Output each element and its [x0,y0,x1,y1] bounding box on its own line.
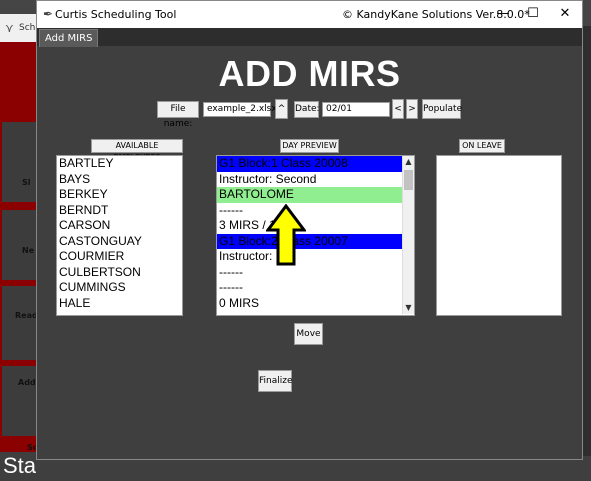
tab-add-mirs[interactable]: Add MIRS [39,29,99,47]
day-preview-list[interactable]: G1 Block:1 Class 20008 Instructor: Secon… [216,155,415,316]
close-button[interactable]: ✕ [551,4,579,24]
list-item[interactable]: CULBERTSON [57,265,182,281]
file-name-input[interactable]: example_2.xlsx [203,102,277,117]
day-preview-label: DAY PREVIEW [280,139,339,153]
date-label: Date: [294,101,320,118]
list-item[interactable]: ------ [217,203,403,219]
page-title: ADD MIRS [218,53,401,94]
up-arrow-icon [266,204,306,266]
title-bar[interactable]: ✒ Curtis Scheduling Tool © KandyKane Sol… [37,1,582,28]
file-name-label: File name: [157,101,199,129]
background-tile-label: Sl [22,178,31,187]
preview-scrollbar[interactable]: ▲ ▼ [402,156,414,314]
scrollbar-thumb[interactable] [404,170,413,190]
list-item[interactable]: CUMMINGS [57,280,182,296]
background-tile[interactable] [2,122,38,202]
populate-button[interactable]: Populate [422,99,462,119]
scroll-down-icon[interactable]: ▼ [403,302,414,314]
list-item[interactable]: BAYS [57,172,182,188]
background-logo-icon: ⋎ [5,21,14,35]
background-tile-label: Read [15,311,38,320]
list-item[interactable]: HALE [57,296,182,312]
scroll-up-icon[interactable]: ▲ [403,156,414,168]
background-tile-label: Add [18,378,36,387]
window-title: Curtis Scheduling Tool [55,8,177,21]
list-item[interactable]: BERKEY [57,187,182,203]
list-item[interactable]: G1 Block:1 Class 20008 [217,156,403,172]
available-employees-label: AVAILABLE EMPLOYESS [91,139,183,162]
list-item[interactable]: BARTLEY [57,156,182,172]
file-browse-button[interactable]: ^ [275,99,288,119]
list-item[interactable]: 0 MIRS [217,296,403,312]
tab-bar: Add MIRS [37,28,582,47]
list-item[interactable]: Instructor: N [217,249,403,265]
move-button[interactable]: Move [294,323,323,345]
background-tile[interactable] [2,366,38,436]
background-tile[interactable] [2,210,38,280]
background-tile-label: Ne [22,246,35,255]
list-item[interactable]: Instructor: Second [217,172,403,188]
background-tile[interactable] [2,286,38,360]
list-item[interactable]: BERNDT [57,203,182,219]
available-employees-list[interactable]: BARTLEY BAYS BERKEY BERNDT CARSON CASTON… [56,155,183,316]
maximize-button[interactable]: ☐ [519,4,547,24]
next-date-button[interactable]: > [406,99,418,119]
list-item[interactable]: G1 Block:2 Class 20007 [217,233,403,249]
on-leave-list[interactable] [436,155,562,316]
add-mirs-window: ✒ Curtis Scheduling Tool © KandyKane Sol… [36,0,583,460]
list-item[interactable]: ------ [217,265,403,281]
list-item[interactable]: CARSON [57,218,182,234]
list-item[interactable]: COURMIER [57,249,182,265]
list-item[interactable]: 3 MIRS / 1 RS [217,218,403,234]
finalize-button[interactable]: Finalize [258,370,293,392]
feather-icon: ✒ [43,7,54,21]
minimize-button[interactable]: — [489,4,517,24]
previous-date-button[interactable]: < [392,99,404,119]
list-item[interactable]: ------ [217,280,403,296]
background-status-text: Sta [3,453,37,478]
on-leave-label: ON LEAVE [459,139,505,153]
list-item[interactable]: BARTOLOME [217,187,403,203]
list-item[interactable]: CASTONGUAY [57,234,182,250]
background-edge [583,26,591,456]
date-input[interactable]: 02/01 [322,102,390,117]
